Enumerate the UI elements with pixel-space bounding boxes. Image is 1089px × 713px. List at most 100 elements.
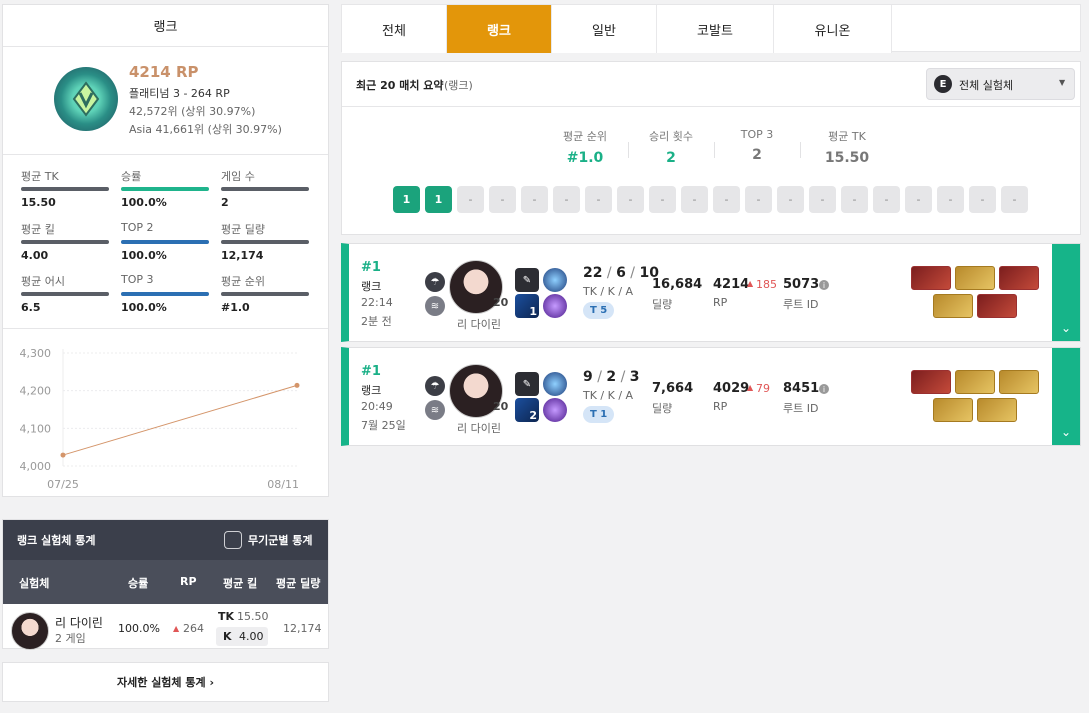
route-label: 루트 ID (783, 402, 819, 415)
summary-stat-value: 2 (752, 147, 762, 163)
match-row[interactable]: #1 랭크 22:14 2분 전 ☂ ≋ 20 리 다이린 ✎ 1 22 / 6… (341, 243, 1081, 342)
summary-title: 최근 20 매치 요약 (356, 79, 444, 92)
col-header: 실험체 (19, 577, 50, 590)
placement-pill: - (1001, 186, 1028, 213)
x-tick-label: 08/11 (267, 478, 299, 491)
stat-value: 6.5 (21, 301, 41, 314)
summary-stat-label: 평균 순위 (563, 130, 607, 143)
weapon-item-icon[interactable] (911, 266, 951, 290)
chevron-down-icon: ▼ (1059, 78, 1066, 87)
character-name: 리 다이린 (457, 422, 501, 435)
stat-label: 평균 TK (21, 170, 59, 183)
trait-skill-icon (543, 372, 567, 396)
leg-item-icon[interactable] (977, 398, 1017, 422)
tactical-skill-icon: 2 (515, 398, 539, 422)
tab-all[interactable]: 전체 (342, 5, 447, 53)
summary-stat: 승리 횟수 2 (634, 128, 708, 166)
detailed-stats-button[interactable]: 자세한 실험체 통계 › (2, 662, 329, 702)
chest-item-icon[interactable] (955, 266, 995, 290)
rain-icon: ☂ (425, 272, 445, 292)
summary-title-sub: (랭크) (444, 79, 473, 92)
summary-stat: 평균 TK 15.50 (812, 128, 882, 166)
expand-button[interactable]: ⌄ (1052, 244, 1080, 341)
weapon-skill-icon: ✎ (515, 268, 539, 292)
match-summary: 최근 20 매치 요약 (랭크) E 전체 실험체 ▼ 평균 순위 #1.0 승… (341, 61, 1081, 235)
character-level: 20 (493, 296, 509, 309)
placement-pill: - (681, 186, 708, 213)
tk-label: TK (218, 610, 235, 623)
y-tick-label: 4,200 (20, 385, 52, 398)
placement-pill: - (585, 186, 612, 213)
y-tick-label: 4,100 (20, 422, 52, 435)
up-arrow-icon: ▲ (173, 624, 180, 633)
placement-pill: - (521, 186, 548, 213)
char-damage: 12,174 (283, 622, 322, 635)
wind-icon: ≋ (425, 400, 445, 420)
placement-pill: - (969, 186, 996, 213)
char-k: 4.00 (239, 630, 264, 643)
placement-pill: - (873, 186, 900, 213)
stat-label: 평균 순위 (221, 275, 265, 288)
damage-label: 딜량 (652, 402, 673, 415)
k-label: K (223, 630, 232, 643)
placement-pill: - (745, 186, 772, 213)
placement-pill: - (937, 186, 964, 213)
char-winrate: 100.0% (118, 622, 160, 635)
up-arrow-icon: ▲ (747, 383, 754, 392)
rank-tier: 플래티넘 3 - 264 RP (129, 87, 230, 100)
leg-item-icon[interactable] (977, 294, 1017, 318)
stat-label: 평균 딜량 (221, 223, 265, 236)
kda-k: 2 (606, 369, 617, 385)
stat-value: 100.0% (121, 301, 167, 314)
stat-label: 승률 (121, 170, 142, 183)
filter-label: 전체 실험체 (959, 79, 1014, 92)
divider (800, 142, 801, 158)
chevron-down-icon: ⌄ (1060, 321, 1072, 335)
stat-value: 4.00 (21, 249, 49, 262)
tier-emblem-icon (54, 67, 118, 131)
stat-bar (221, 292, 309, 296)
match-time: 22:14 (361, 296, 393, 309)
info-icon[interactable]: i (819, 280, 829, 290)
tab-cobalt[interactable]: 코발트 (657, 5, 774, 53)
arm-item-icon[interactable] (933, 398, 973, 422)
weapon-item-icon[interactable] (911, 370, 951, 394)
character-filter-select[interactable]: E 전체 실험체 ▼ (926, 68, 1075, 100)
char-stats-panel: 랭크 실험체 통계 무기군별 통계 실험체 승률 RP 평균 킬 평균 딜량 리… (2, 519, 329, 650)
route-id[interactable]: 8451 (783, 381, 819, 396)
head-item-icon[interactable] (999, 266, 1039, 290)
arm-item-icon[interactable] (933, 294, 973, 318)
sub-trait-icon (543, 294, 567, 318)
summary-stat-value: #1.0 (566, 150, 604, 166)
x-tick-label: 07/25 (47, 478, 79, 491)
head-item-icon[interactable] (999, 370, 1039, 394)
weapon-toggle-checkbox[interactable] (224, 531, 242, 549)
kda-a: 3 (629, 369, 640, 385)
kda-k: 6 (616, 265, 626, 281)
placement-pill: - (777, 186, 804, 213)
char-games: 2 게임 (55, 632, 86, 645)
stat-label: 평균 어시 (21, 275, 65, 288)
stat-bar (221, 187, 309, 191)
damage-value: 16,684 (652, 277, 703, 292)
chest-item-icon[interactable] (955, 370, 995, 394)
expand-button[interactable]: ⌄ (1052, 348, 1080, 445)
placement-pill: - (489, 186, 516, 213)
info-icon[interactable]: i (819, 384, 829, 394)
stat-value: #1.0 (221, 301, 250, 314)
placement-pill: - (457, 186, 484, 213)
route-id[interactable]: 5073 (783, 277, 819, 292)
tab-union[interactable]: 유니온 (774, 5, 892, 53)
divider (628, 142, 629, 158)
team-kill-badge: T 1 (583, 406, 615, 423)
rank-asia: Asia 41,661위 (상위 30.97%) (129, 123, 282, 136)
wind-icon: ≋ (425, 296, 445, 316)
table-row[interactable]: 리 다이린 2 게임 100.0% ▲ 264 TK 15.50 K 4.00 … (3, 604, 328, 650)
placement-pill: - (841, 186, 868, 213)
tab-ranked[interactable]: 랭크 (447, 5, 552, 53)
weapon-toggle-label[interactable]: 무기군별 통계 (248, 532, 313, 548)
rp-label: RP (713, 400, 728, 413)
character-level: 20 (493, 400, 509, 413)
tab-normal[interactable]: 일반 (552, 5, 657, 53)
match-row[interactable]: #1 랭크 20:49 7월 25일 ☂ ≋ 20 리 다이린 ✎ 2 9 / … (341, 347, 1081, 446)
